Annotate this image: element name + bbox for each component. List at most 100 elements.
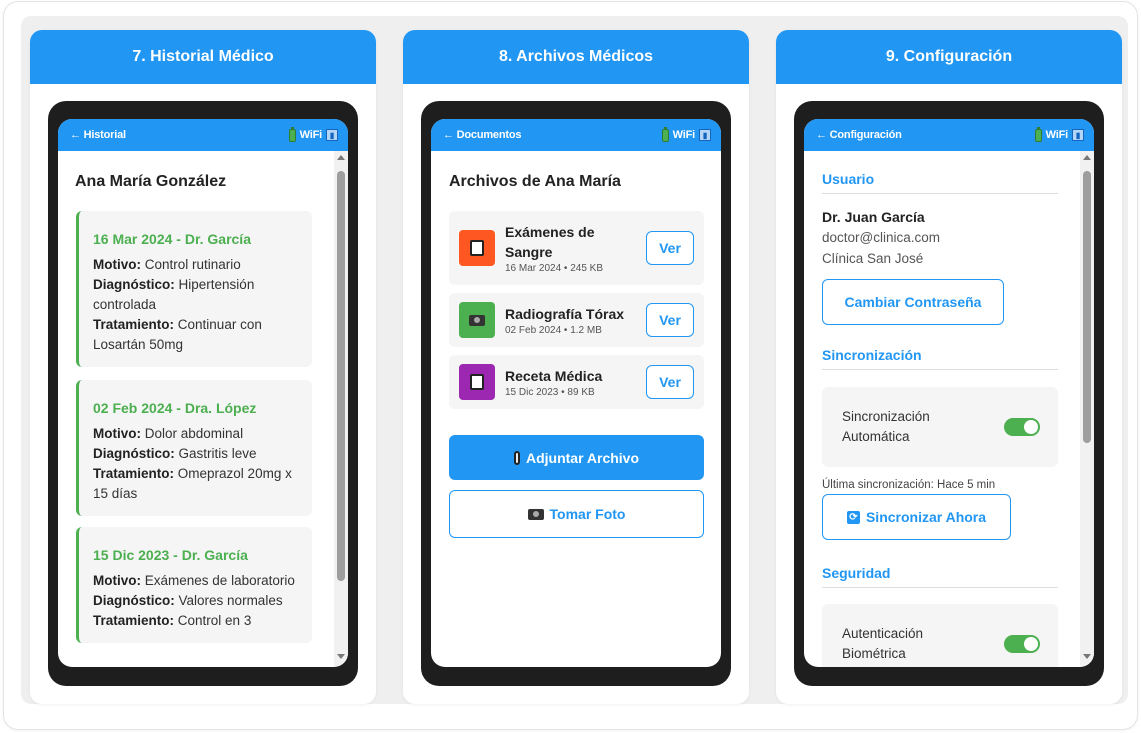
back-link[interactable]: ← Documentos xyxy=(443,129,521,141)
battery-icon xyxy=(288,126,296,142)
visit-date-doctor: 02 Feb 2024 - Dra. López xyxy=(93,400,257,416)
signal-icon: ▮ xyxy=(326,129,338,141)
sync-now-label: Sincronizar Ahora xyxy=(865,509,987,525)
wifi-label: WiFi xyxy=(672,129,696,141)
status-bar: ← Documentos WiFi ▮ xyxy=(431,119,721,151)
visit-motivo: Exámenes de laboratorio xyxy=(144,573,295,588)
sync-now-button[interactable]: ⟳ Sincronizar Ahora xyxy=(822,494,1011,540)
card-settings: 9. Configuración ← Configuración WiFi ▮ … xyxy=(776,30,1122,704)
status-bar: ← Configuración WiFi ▮ xyxy=(804,119,1094,151)
file-meta: 15 Dic 2023 • 89 KB xyxy=(505,387,595,398)
motivo-label: Motivo: xyxy=(93,573,141,588)
tratamiento-label: Tratamiento: xyxy=(93,466,175,481)
visit-card[interactable]: 15 Dic 2023 - Dr. García Motivo: Exámene… xyxy=(76,527,312,643)
document-icon xyxy=(459,230,495,266)
clipboard-icon xyxy=(459,364,495,400)
tratamiento-label: Tratamiento: xyxy=(93,317,175,332)
card-title: 8. Archivos Médicos xyxy=(403,30,749,84)
change-password-button[interactable]: Cambiar Contraseña xyxy=(822,279,1004,325)
scroll-up-icon[interactable] xyxy=(337,155,345,160)
visit-motivo: Dolor abdominal xyxy=(144,426,244,441)
scroll-down-icon[interactable] xyxy=(337,654,345,659)
user-email: doctor@clinica.com xyxy=(822,230,940,245)
visit-date-doctor: 16 Mar 2024 - Dr. García xyxy=(93,231,251,247)
card-medical-history: 7. Historial Médico ← Historial WiFi ▮ A… xyxy=(30,30,376,704)
visit-diagnostico: Gastritis leve xyxy=(178,446,257,461)
wifi-label: WiFi xyxy=(1045,129,1069,141)
file-item: Exámenes de Sangre 16 Mar 2024 • 245 KB … xyxy=(449,211,704,285)
file-meta: 02 Feb 2024 • 1.2 MB xyxy=(505,325,602,336)
diagnostico-label: Diagnóstico: xyxy=(93,446,175,461)
camera-icon xyxy=(459,302,495,338)
visit-card[interactable]: 16 Mar 2024 - Dr. García Motivo: Control… xyxy=(76,211,312,367)
file-name: Radiografía Tórax xyxy=(505,306,625,322)
scroll-thumb[interactable] xyxy=(1083,171,1091,443)
patient-name: Ana María González xyxy=(75,173,227,190)
card-title: 7. Historial Médico xyxy=(30,30,376,84)
motivo-label: Motivo: xyxy=(93,426,141,441)
attach-file-label: Adjuntar Archivo xyxy=(525,449,640,466)
section-security: Seguridad xyxy=(822,565,1058,588)
scroll-thumb[interactable] xyxy=(337,171,345,581)
view-file-button[interactable]: Ver xyxy=(646,365,694,399)
view-file-button[interactable]: Ver xyxy=(646,231,694,265)
battery-icon xyxy=(1034,126,1042,142)
biometric-toggle[interactable] xyxy=(1004,635,1040,653)
auto-sync-row: Sincronización Automática xyxy=(822,387,1058,467)
take-photo-label: Tomar Foto xyxy=(549,506,626,522)
status-bar: ← Historial WiFi ▮ xyxy=(58,119,348,151)
scrollbar[interactable] xyxy=(334,151,348,667)
visit-date-doctor: 15 Dic 2023 - Dr. García xyxy=(93,547,248,563)
back-link[interactable]: ← Configuración xyxy=(816,129,902,141)
camera-icon xyxy=(527,508,544,520)
user-name: Dr. Juan García xyxy=(822,209,925,225)
diagnostico-label: Diagnóstico: xyxy=(93,593,175,608)
settings-content: Usuario Dr. Juan García doctor@clinica.c… xyxy=(804,151,1094,667)
take-photo-button[interactable]: Tomar Foto xyxy=(449,490,704,538)
back-link[interactable]: ← Historial xyxy=(70,129,126,141)
battery-icon xyxy=(661,126,669,142)
signal-icon: ▮ xyxy=(1072,129,1084,141)
biometric-label: Autenticación Biométrica xyxy=(842,626,924,661)
visit-diagnostico: Valores normales xyxy=(178,593,283,608)
visit-card[interactable]: 02 Feb 2024 - Dra. López Motivo: Dolor a… xyxy=(76,380,312,516)
phone-screen: ← Configuración WiFi ▮ Usuario Dr. Juan … xyxy=(804,119,1094,667)
phone-screen: ← Documentos WiFi ▮ Archivos de Ana Marí… xyxy=(431,119,721,667)
card-title: 9. Configuración xyxy=(776,30,1122,84)
biometric-row: Autenticación Biométrica xyxy=(822,604,1058,667)
phone-mockup: ← Historial WiFi ▮ Ana María González 16… xyxy=(48,101,358,686)
wifi-label: WiFi xyxy=(299,129,323,141)
user-clinic: Clínica San José xyxy=(822,251,924,266)
section-sync: Sincronización xyxy=(822,347,1058,370)
scroll-down-icon[interactable] xyxy=(1083,654,1091,659)
scroll-up-icon[interactable] xyxy=(1083,155,1091,160)
files-content: Archivos de Ana María Exámenes de Sangre… xyxy=(431,151,721,667)
scrollbar[interactable] xyxy=(1080,151,1094,667)
view-file-button[interactable]: Ver xyxy=(646,303,694,337)
file-name: Receta Médica xyxy=(505,368,603,384)
phone-screen: ← Historial WiFi ▮ Ana María González 16… xyxy=(58,119,348,667)
attach-file-button[interactable]: Adjuntar Archivo xyxy=(449,435,704,480)
visit-motivo: Control rutinario xyxy=(144,257,241,272)
phone-mockup: ← Configuración WiFi ▮ Usuario Dr. Juan … xyxy=(794,101,1104,686)
paperclip-icon xyxy=(513,450,520,465)
section-user: Usuario xyxy=(822,171,1058,194)
auto-sync-toggle[interactable] xyxy=(1004,418,1040,436)
diagnostico-label: Diagnóstico: xyxy=(93,277,175,292)
history-content: Ana María González 16 Mar 2024 - Dr. Gar… xyxy=(58,151,348,667)
visit-tratamiento: Control en 3 xyxy=(177,613,252,628)
card-medical-files: 8. Archivos Médicos ← Documentos WiFi ▮ … xyxy=(403,30,749,704)
last-sync-text: Última sincronización: Hace 5 min xyxy=(822,479,996,491)
file-meta: 16 Mar 2024 • 245 KB xyxy=(505,263,604,274)
auto-sync-label: Sincronización Automática xyxy=(842,409,930,444)
file-item: Receta Médica 15 Dic 2023 • 89 KB Ver xyxy=(449,355,704,409)
motivo-label: Motivo: xyxy=(93,257,141,272)
file-item: Radiografía Tórax 02 Feb 2024 • 1.2 MB V… xyxy=(449,293,704,347)
phone-mockup: ← Documentos WiFi ▮ Archivos de Ana Marí… xyxy=(421,101,731,686)
file-name: Exámenes de Sangre xyxy=(505,224,595,260)
signal-icon: ▮ xyxy=(699,129,711,141)
tratamiento-label: Tratamiento: xyxy=(93,613,175,628)
files-title: Archivos de Ana María xyxy=(449,173,621,190)
app-frame: 7. Historial Médico ← Historial WiFi ▮ A… xyxy=(4,2,1137,729)
sync-icon: ⟳ xyxy=(846,510,860,524)
